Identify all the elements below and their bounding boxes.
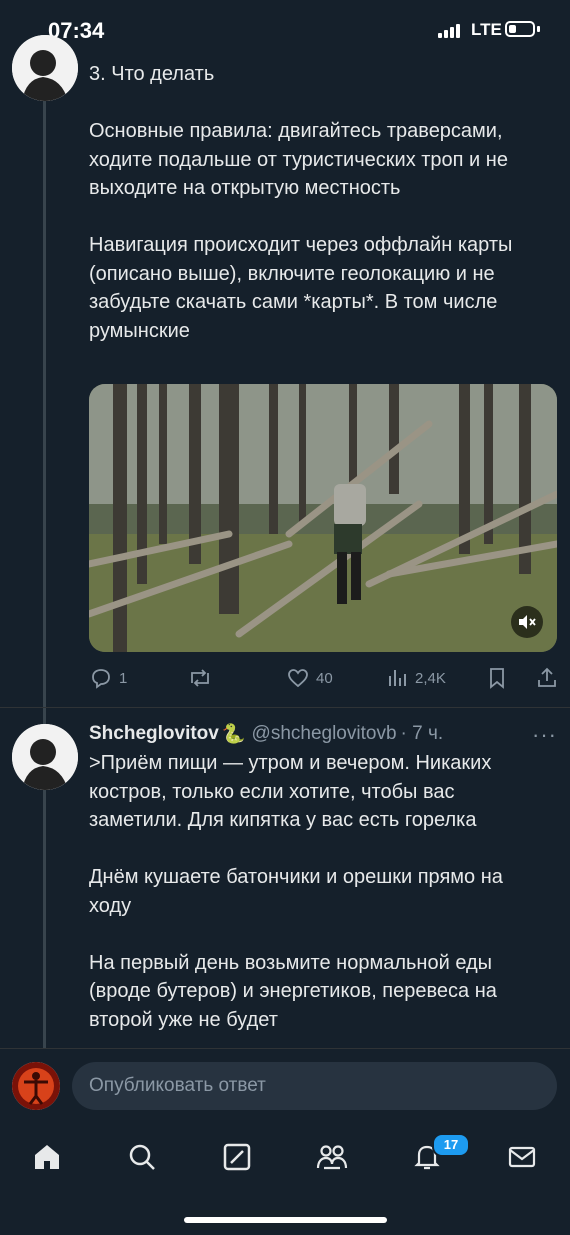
bookmark-icon: [490, 668, 504, 689]
reply-count: 1: [119, 669, 128, 687]
tweet-text: >Приём пищи — утром и вечером. Никаких к…: [89, 752, 503, 1031]
like-action[interactable]: 40: [286, 664, 333, 692]
tab-messages[interactable]: [502, 1137, 542, 1177]
grok-icon: [223, 1143, 251, 1171]
thread-line: [43, 98, 46, 1048]
volume-mute-icon: [519, 615, 536, 629]
tab-search[interactable]: [122, 1137, 162, 1177]
reply-action[interactable]: 1: [89, 664, 127, 692]
tweet-time: · 7 ч.: [400, 723, 444, 744]
signal-icon: [438, 24, 460, 38]
views-count: 2,4K: [415, 669, 446, 687]
more-options-button[interactable]: ···: [532, 722, 557, 748]
reply-bar: Опубликовать ответ: [0, 1048, 570, 1124]
views-action[interactable]: 2,4K: [385, 664, 446, 692]
share-button[interactable]: [535, 664, 565, 692]
tweet-actions: 1 40 2,4K: [89, 664, 559, 692]
tweet-divider: [0, 707, 570, 708]
tab-home[interactable]: [27, 1137, 67, 1177]
author-emoji: 🐍: [221, 724, 246, 745]
home-icon: [35, 1145, 59, 1169]
tab-grok[interactable]: [217, 1137, 257, 1177]
tweet-photo[interactable]: [89, 384, 557, 652]
home-indicator[interactable]: [184, 1217, 387, 1223]
author-handle[interactable]: @shcheglovitovb: [252, 723, 397, 745]
communities-icon: [316, 1145, 348, 1170]
tweet-text: 3. Что делать Основные правила: двигайте…: [89, 63, 513, 342]
heart-icon: [288, 669, 308, 688]
battery-icon: [505, 21, 535, 37]
author-name[interactable]: Shcheglovitov: [89, 723, 219, 745]
mute-button[interactable]: [511, 606, 543, 638]
reply-icon: [92, 669, 110, 689]
avatar[interactable]: [12, 35, 78, 101]
share-icon: [538, 667, 556, 687]
search-icon: [129, 1144, 155, 1170]
bookmark-button[interactable]: [485, 664, 515, 692]
network-label: LTE: [471, 20, 502, 39]
like-count: 40: [316, 669, 333, 687]
reply-input[interactable]: Опубликовать ответ: [72, 1062, 557, 1110]
tab-communities[interactable]: [312, 1137, 352, 1177]
retweet-action[interactable]: [187, 664, 219, 692]
retweet-icon: [191, 669, 209, 687]
notifications-badge: 17: [432, 1133, 470, 1157]
status-bar: 07:34 LTE: [0, 0, 570, 62]
battery-cap: [537, 26, 540, 32]
reply-placeholder: Опубликовать ответ: [89, 1075, 266, 1096]
tweet-header: Shcheglovitov 🐍 @shcheglovitovb · 7 ч.: [89, 722, 443, 746]
views-icon: [389, 670, 406, 686]
mail-icon: [508, 1146, 536, 1168]
avatar[interactable]: [12, 724, 78, 790]
user-avatar[interactable]: [12, 1062, 60, 1110]
